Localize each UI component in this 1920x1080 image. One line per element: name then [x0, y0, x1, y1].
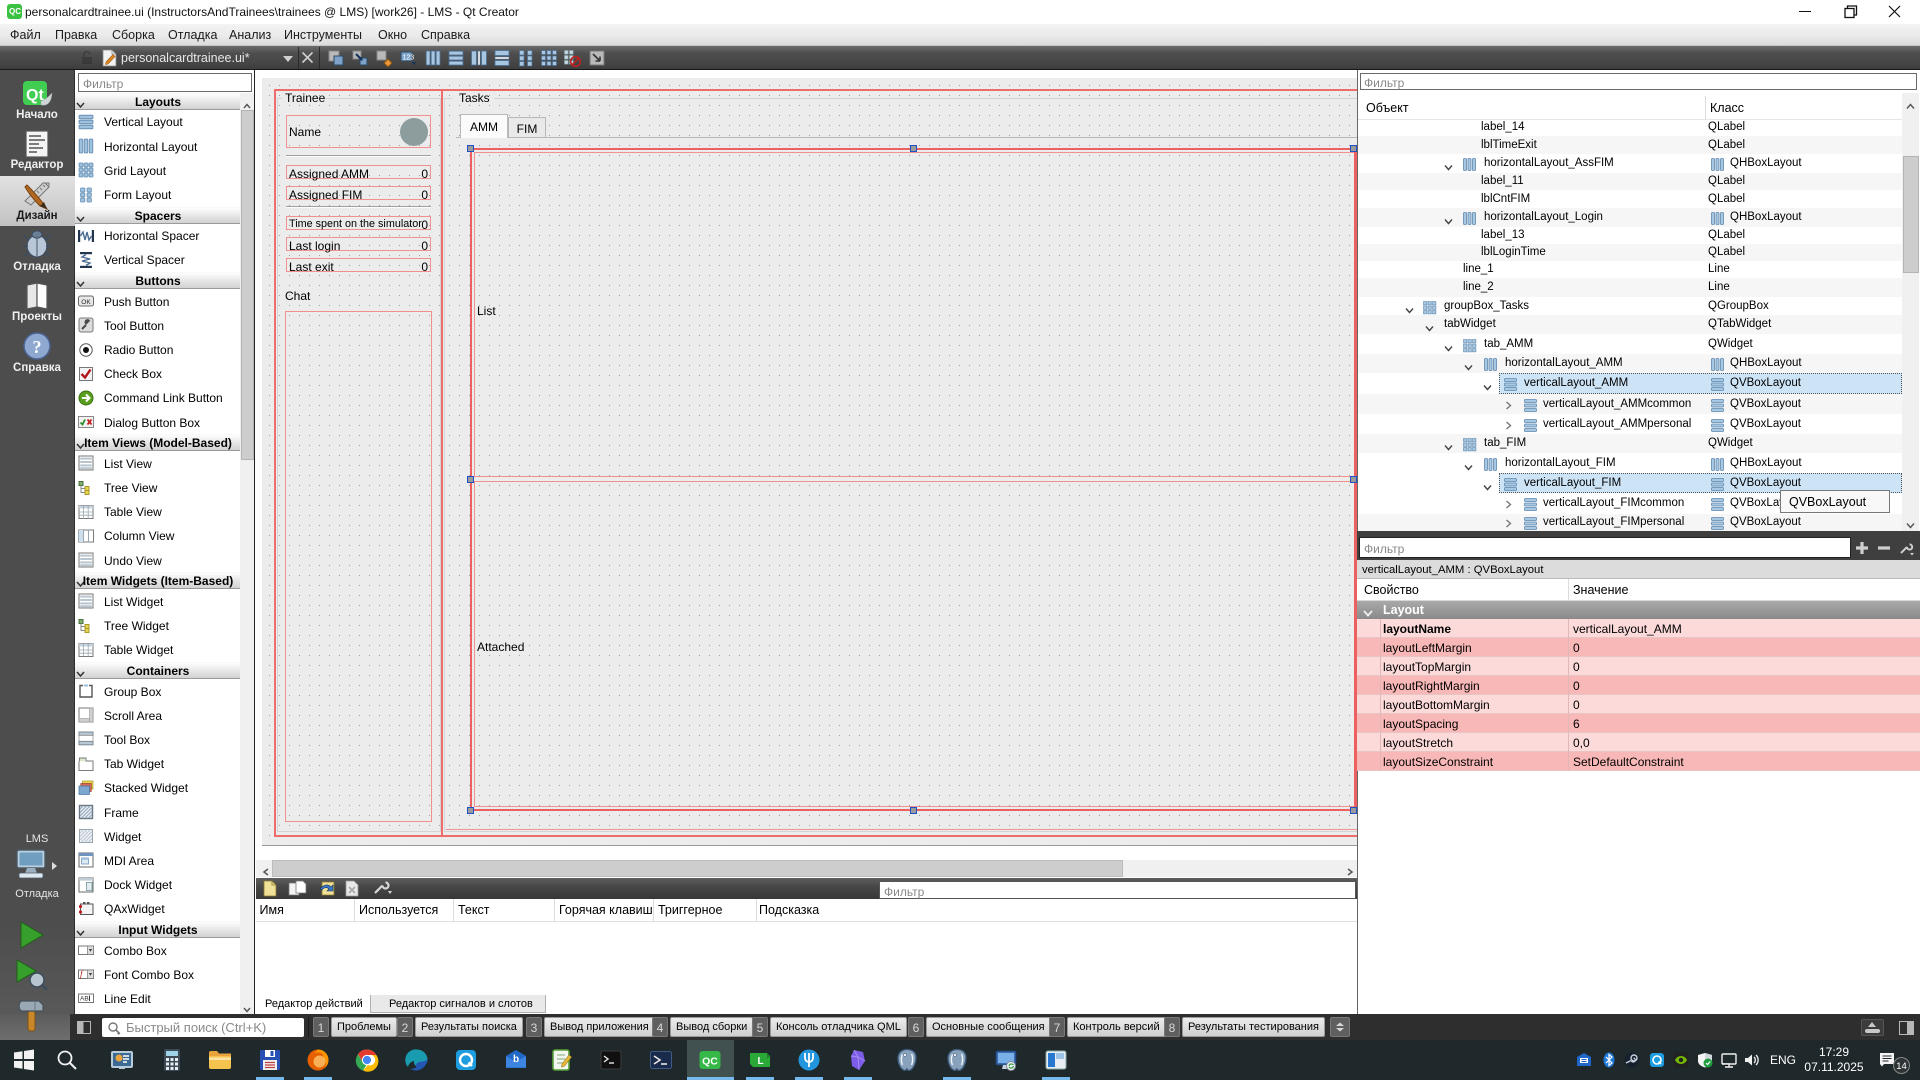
svg-text:?: ? — [33, 337, 42, 357]
svg-text:L: L — [757, 1056, 763, 1067]
svg-text:AB: AB — [80, 996, 89, 1003]
svg-text:123: 123 — [403, 55, 415, 62]
svg-text:b: b — [513, 1054, 519, 1065]
svg-text:QC: QC — [702, 1056, 718, 1068]
svg-text:OK: OK — [81, 299, 91, 306]
